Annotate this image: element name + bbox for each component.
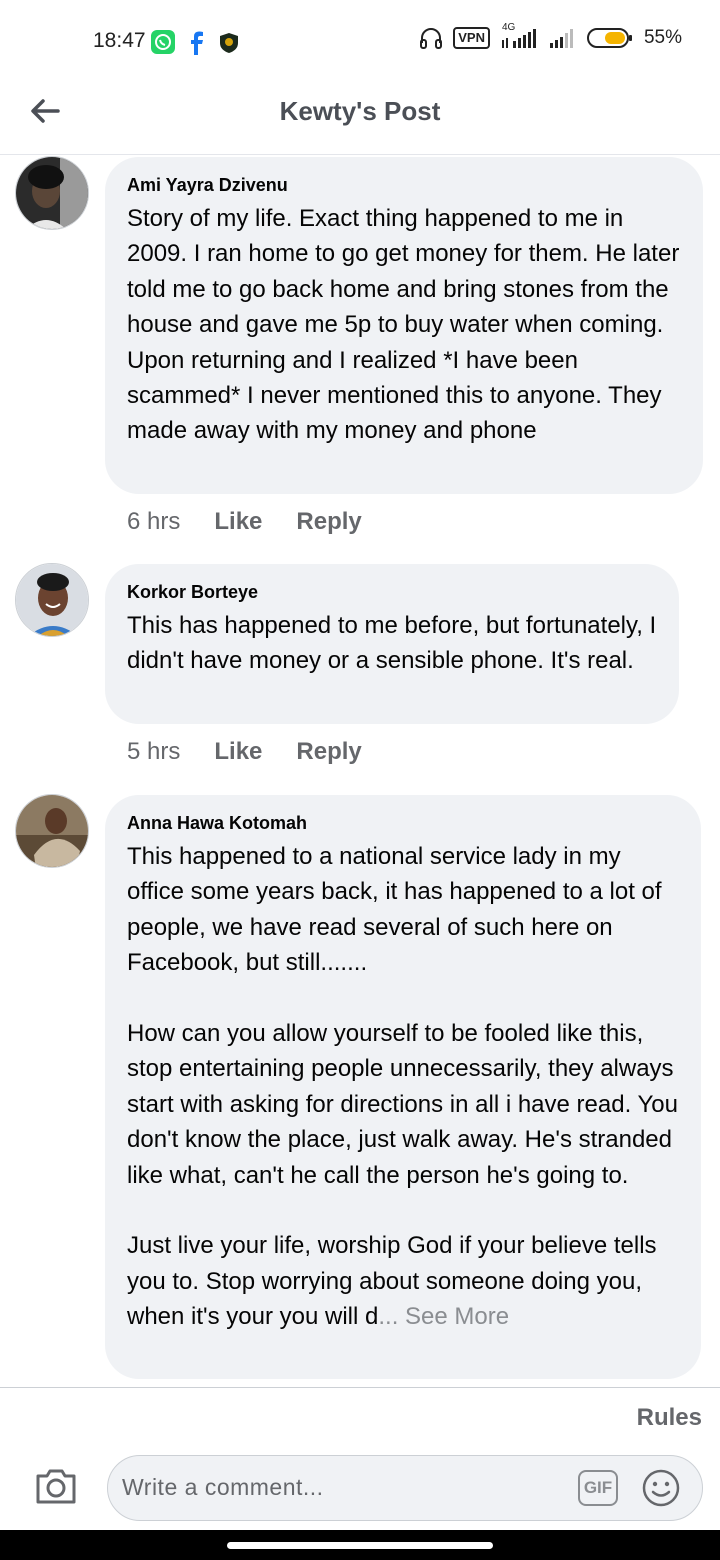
system-nav-bar <box>0 1530 720 1560</box>
comment-placeholder: Write a comment... <box>122 1474 324 1500</box>
comment-actions: 6 hrs Like Reply <box>127 508 396 536</box>
comment-time[interactable]: 6 hrs <box>127 508 180 536</box>
like-button[interactable]: Like <box>214 738 262 766</box>
reply-button[interactable]: Reply <box>296 738 361 766</box>
comment-text: This happened to a national service lady… <box>127 839 679 1335</box>
comment-author[interactable]: Anna Hawa Kotomah <box>127 812 679 834</box>
status-right-group: VPN 4G 55% <box>419 22 682 50</box>
profile-photo <box>16 795 88 867</box>
signal-icon <box>549 29 573 48</box>
avatar[interactable] <box>15 794 89 868</box>
status-bar: 18:47 VPN 4G 55% <box>0 0 720 80</box>
like-button[interactable]: Like <box>214 508 262 536</box>
avatar[interactable] <box>15 156 89 230</box>
comment-input[interactable]: Write a comment... GIF <box>107 1455 703 1521</box>
battery-percent: 55% <box>643 27 682 48</box>
comment-time[interactable]: 5 hrs <box>127 738 180 766</box>
comment-author[interactable]: Korkor Borteye <box>127 581 657 603</box>
gif-button[interactable]: GIF <box>578 1470 618 1506</box>
page-title: Kewty's Post <box>279 96 441 126</box>
status-time: 18:47 <box>93 29 146 52</box>
profile-photo <box>16 157 88 229</box>
comment-author[interactable]: Ami Yayra Dzivenu <box>127 174 681 196</box>
avatar[interactable] <box>15 563 89 637</box>
post-header: Kewty's Post <box>0 80 720 155</box>
see-more-link[interactable]: ... See More <box>378 1303 509 1330</box>
divider <box>0 1387 720 1388</box>
comment-bubble: Ami Yayra Dzivenu Story of my life. Exac… <box>105 157 703 494</box>
facebook-icon <box>191 31 203 55</box>
comment-bubble: Anna Hawa Kotomah This happened to a nat… <box>105 795 701 1379</box>
comment-text: Story of my life. Exact thing happened t… <box>127 205 680 445</box>
emoji-icon[interactable] <box>641 1468 681 1508</box>
comment-text: This has happened to me before, but fort… <box>127 612 657 675</box>
camera-icon[interactable] <box>34 1466 78 1506</box>
vpn-icon: VPN <box>453 27 490 49</box>
profile-photo <box>16 564 88 636</box>
shield-app-icon <box>220 33 238 53</box>
whatsapp-icon <box>151 30 175 54</box>
comment-actions: 5 hrs Like Reply <box>127 738 396 766</box>
mobile-signal-icon: 4G <box>500 22 538 50</box>
headphones-icon <box>420 28 443 49</box>
comment-bubble: Korkor Borteye This has happened to me b… <box>105 564 679 724</box>
battery-icon <box>586 28 632 48</box>
home-indicator[interactable] <box>227 1542 493 1549</box>
comment-text-body: This happened to a national service lady… <box>127 843 678 1331</box>
rules-link[interactable]: Rules <box>637 1404 702 1432</box>
reply-button[interactable]: Reply <box>296 508 361 536</box>
